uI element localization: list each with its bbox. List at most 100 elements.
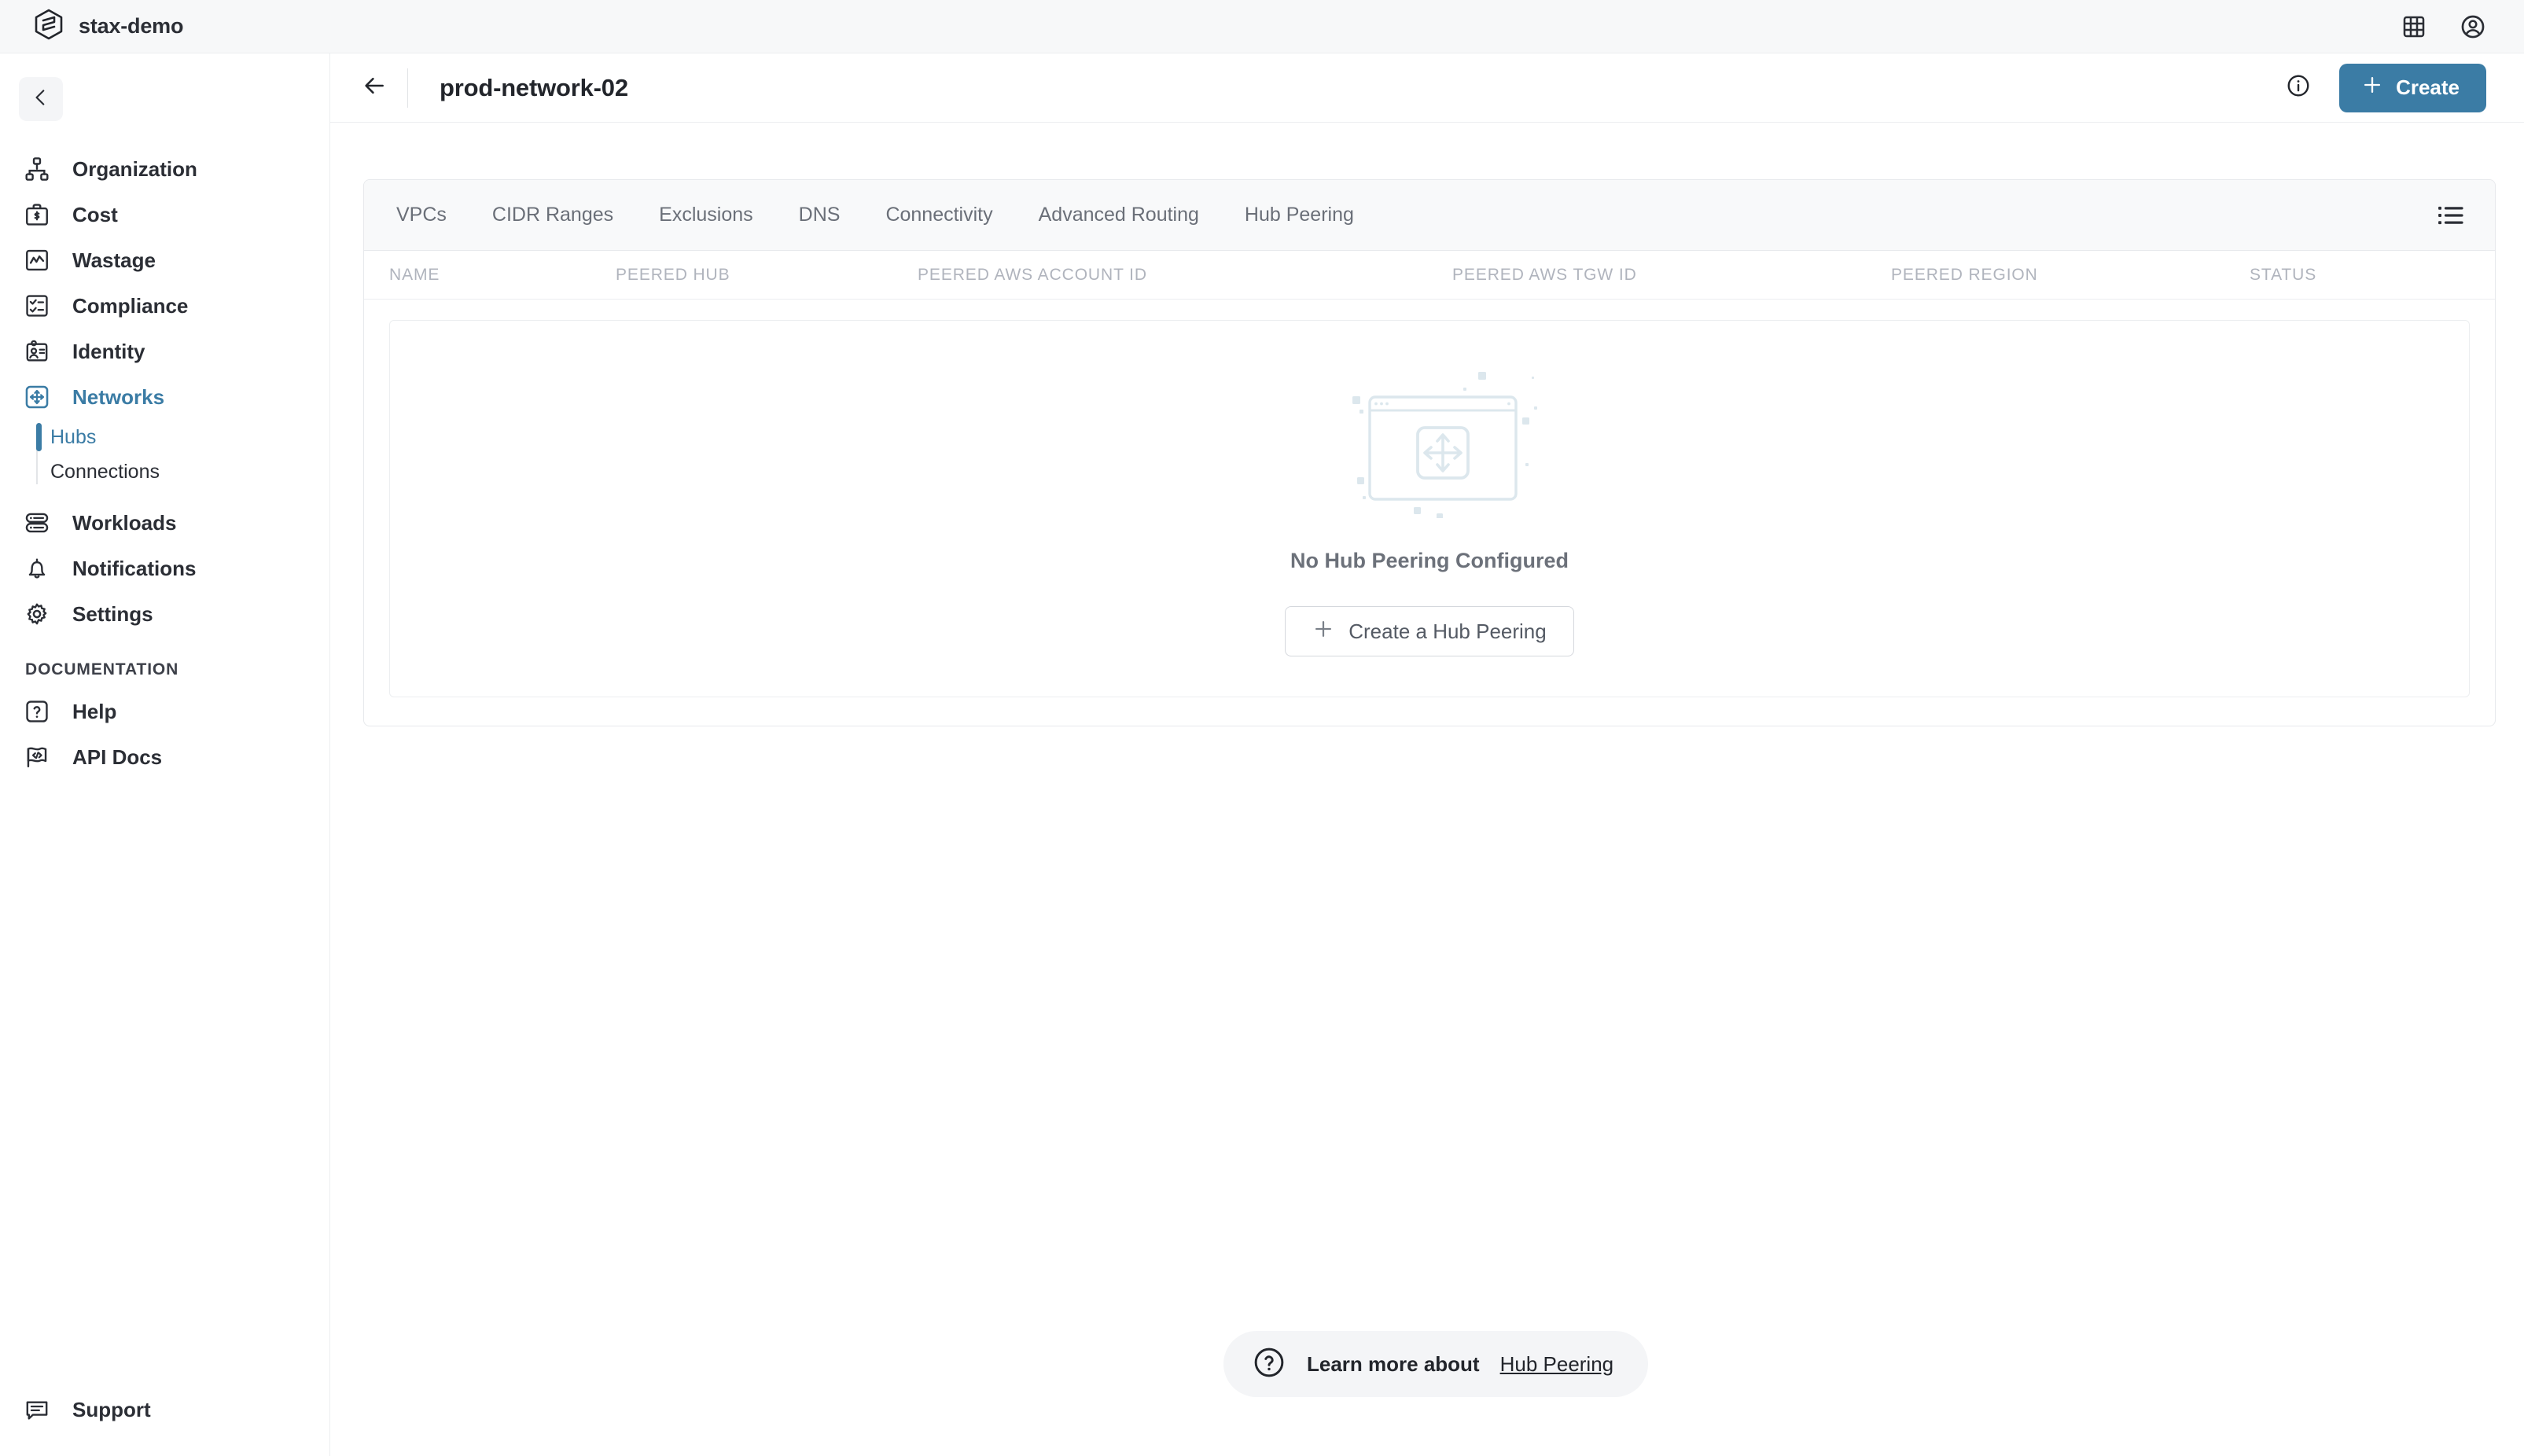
tab-list: VPCs CIDR Ranges Exclusions DNS Connecti… xyxy=(373,204,1377,226)
sidebar-support: Support xyxy=(0,1387,330,1456)
id-card-icon xyxy=(22,336,52,366)
column-header-name: NAME xyxy=(389,265,440,284)
tab-label: Advanced Routing xyxy=(1038,204,1199,226)
sidebar: Organization Cost Wastage Compliance Ide… xyxy=(0,53,330,1456)
plus-icon xyxy=(1312,618,1334,645)
empty-state: No Hub Peering Configured Create a Hub P… xyxy=(389,320,2470,697)
sidebar-item-label: API Docs xyxy=(72,745,163,769)
bell-icon xyxy=(22,553,52,583)
tab-label: Hub Peering xyxy=(1244,204,1354,226)
toast-text: Learn more about xyxy=(1307,1351,1480,1376)
tab-label: VPCs xyxy=(396,204,447,226)
sidebar-item-label: Compliance xyxy=(72,293,189,318)
back-button[interactable] xyxy=(352,66,396,110)
checklist-square-icon xyxy=(22,291,52,321)
sidebar-item-cost[interactable]: Cost xyxy=(0,192,330,237)
table-body: No Hub Peering Configured Create a Hub P… xyxy=(364,300,2495,726)
tab-label: CIDR Ranges xyxy=(491,204,614,226)
tab-hub-peering[interactable]: Hub Peering xyxy=(1222,204,1377,226)
sidebar-item-label: Identity xyxy=(72,339,145,363)
server-stack-icon xyxy=(22,508,52,538)
sidebar-item-hubs[interactable]: Hubs xyxy=(36,420,330,454)
sidebar-item-label: Workloads xyxy=(72,510,177,535)
sidebar-item-label: Help xyxy=(72,699,117,723)
column-header-status: STATUS xyxy=(2250,265,2317,284)
sidebar-item-workloads[interactable]: Workloads xyxy=(0,500,330,546)
tab-connectivity[interactable]: Connectivity xyxy=(863,204,1015,226)
topbar-actions xyxy=(2401,13,2524,40)
sidebar-item-label: Support xyxy=(72,1397,151,1421)
gear-icon xyxy=(22,599,52,629)
sidebar-item-label: Notifications xyxy=(72,556,197,580)
sidebar-subitem-label: Connections xyxy=(50,460,160,483)
column-header-peered-hub: PEERED HUB xyxy=(616,265,730,284)
sidebar-item-help[interactable]: Help xyxy=(0,689,330,734)
tab-bar: VPCs CIDR Ranges Exclusions DNS Connecti… xyxy=(364,180,2495,251)
tab-cidr-ranges[interactable]: CIDR Ranges xyxy=(469,204,636,226)
code-flag-icon xyxy=(22,742,52,772)
sidebar-section-documentation: DOCUMENTATION xyxy=(25,660,179,678)
hub-peering-card: VPCs CIDR Ranges Exclusions DNS Connecti… xyxy=(363,179,2496,726)
tab-dns[interactable]: DNS xyxy=(776,204,863,226)
plus-icon xyxy=(2361,74,2383,101)
brand-name: stax-demo xyxy=(79,14,184,38)
sidebar-item-label: Networks xyxy=(72,384,165,409)
create-button-label: Create xyxy=(2396,75,2460,99)
speech-bubble-icon xyxy=(22,1395,52,1425)
sidebar-item-label: Wastage xyxy=(72,248,156,272)
learn-more-toast[interactable]: Learn more about Hub Peering xyxy=(1223,1331,1649,1397)
tab-label: DNS xyxy=(798,204,841,226)
sidebar-item-connections[interactable]: Connections xyxy=(50,454,330,489)
briefcase-dollar-icon xyxy=(22,200,52,230)
brand[interactable]: stax-demo xyxy=(0,9,183,44)
sidebar-item-label: Settings xyxy=(72,601,153,626)
info-circle-icon[interactable] xyxy=(2286,73,2311,102)
sidebar-item-support[interactable]: Support xyxy=(0,1387,330,1432)
header-divider xyxy=(407,68,408,108)
create-button[interactable]: Create xyxy=(2339,63,2486,112)
sidebar-item-label: Cost xyxy=(72,202,118,226)
network-move-square-icon xyxy=(22,382,52,412)
header-actions: Create xyxy=(2286,63,2486,112)
question-square-icon xyxy=(22,697,52,726)
top-bar: stax-demo xyxy=(0,0,2524,53)
tab-label: Connectivity xyxy=(885,204,993,226)
sidebar-item-identity[interactable]: Identity xyxy=(0,329,330,374)
sidebar-item-compliance[interactable]: Compliance xyxy=(0,283,330,329)
page-title: prod-network-02 xyxy=(440,73,628,101)
sidebar-item-notifications[interactable]: Notifications xyxy=(0,546,330,591)
main-content: prod-network-02 Create VPCs CIDR Ranges … xyxy=(330,53,2524,1456)
user-account-icon[interactable] xyxy=(2460,13,2486,40)
create-hub-peering-button[interactable]: Create a Hub Peering xyxy=(1285,606,1574,656)
column-header-peered-aws-account-id: PEERED AWS ACCOUNT ID xyxy=(918,265,1147,284)
tab-label: Exclusions xyxy=(659,204,753,226)
sidebar-collapse-button[interactable] xyxy=(19,77,63,121)
column-header-peered-region: PEERED REGION xyxy=(1891,265,2038,284)
sidebar-item-label: Organization xyxy=(72,156,197,181)
list-view-icon[interactable] xyxy=(2434,198,2468,233)
create-hub-peering-label: Create a Hub Peering xyxy=(1348,619,1547,643)
sidebar-item-networks[interactable]: Networks xyxy=(0,374,330,420)
question-circle-icon xyxy=(1252,1345,1286,1384)
tab-exclusions[interactable]: Exclusions xyxy=(636,204,776,226)
sidebar-subitem-label: Hubs xyxy=(50,425,97,448)
tab-advanced-routing[interactable]: Advanced Routing xyxy=(1016,204,1222,226)
toast-link[interactable]: Hub Peering xyxy=(1500,1352,1614,1377)
grid-apps-icon[interactable] xyxy=(2401,14,2426,39)
empty-state-title: No Hub Peering Configured xyxy=(1290,549,1569,572)
stax-hexagon-logo-icon xyxy=(35,9,63,44)
sidebar-nav: Organization Cost Wastage Compliance Ide… xyxy=(0,146,330,780)
page-header: prod-network-02 Create xyxy=(330,53,2524,123)
sidebar-item-api-docs[interactable]: API Docs xyxy=(0,734,330,780)
table-header-row: NAME PEERED HUB PEERED AWS ACCOUNT ID PE… xyxy=(364,251,2495,300)
sidebar-item-wastage[interactable]: Wastage xyxy=(0,237,330,283)
chart-line-square-icon xyxy=(22,245,52,275)
chevron-left-icon xyxy=(31,87,51,112)
org-chart-icon xyxy=(22,154,52,184)
arrow-left-icon xyxy=(362,73,387,102)
sidebar-item-settings[interactable]: Settings xyxy=(0,591,330,637)
sidebar-item-organization[interactable]: Organization xyxy=(0,146,330,192)
sidebar-subnav-networks: Hubs Connections xyxy=(0,420,330,489)
column-header-peered-aws-tgw-id: PEERED AWS TGW ID xyxy=(1452,265,1637,284)
tab-vpcs[interactable]: VPCs xyxy=(373,204,469,226)
